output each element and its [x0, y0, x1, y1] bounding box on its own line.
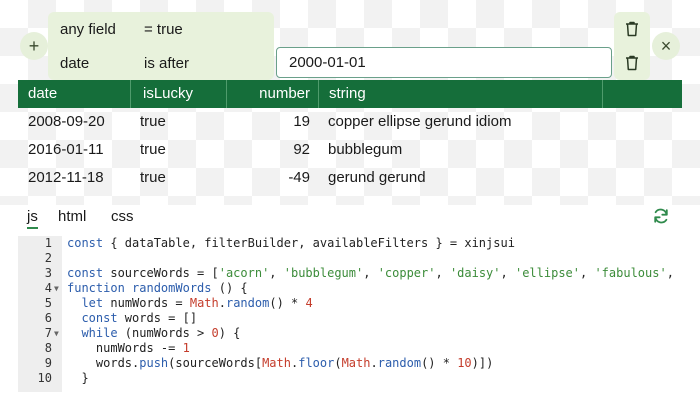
line-number: 8 — [44, 341, 52, 355]
column-header-empty — [602, 80, 682, 108]
cell-number: -49 — [288, 169, 310, 186]
table-row[interactable]: 2012-11-18 true -49 gerund gerund — [18, 164, 682, 192]
code-line: const words = [] — [81, 311, 198, 325]
fold-arrow-icon[interactable]: ▼ — [54, 326, 59, 341]
cell-islucky: true — [140, 169, 166, 186]
filter-field-select[interactable]: any field — [60, 21, 144, 38]
delete-filter-1-button[interactable] — [622, 18, 642, 40]
column-header-date[interactable]: date — [28, 80, 57, 108]
add-filter-button[interactable]: + — [20, 32, 48, 60]
cell-date: 2012-11-18 — [28, 169, 104, 186]
close-filter-button[interactable]: × — [652, 32, 680, 60]
table-header: date isLucky number string — [18, 80, 682, 108]
line-number: 1 — [44, 236, 52, 250]
trash-icon — [626, 55, 638, 71]
code-line: } — [67, 371, 89, 385]
table-row[interactable]: 2016-01-11 true 92 bubblegum — [18, 136, 682, 164]
column-header-islucky[interactable]: isLucky — [130, 80, 226, 108]
filter-operator-select[interactable]: = true — [144, 21, 183, 38]
filter-date-input[interactable] — [276, 47, 612, 78]
cell-number: 19 — [293, 113, 310, 130]
code-line: while (numWords > 0) { — [81, 326, 241, 340]
cell-string: copper ellipse gerund idiom — [328, 113, 512, 130]
line-number: 5 — [44, 296, 52, 310]
line-number: 3 — [44, 266, 52, 280]
line-number: 4 — [44, 281, 52, 295]
code-line: words.push(sourceWords[Math.floor(Math.r… — [67, 356, 494, 370]
column-header-string[interactable]: string — [318, 80, 602, 108]
refresh-icon — [654, 208, 668, 224]
line-number: 2 — [44, 251, 52, 265]
trash-icon — [626, 21, 638, 37]
filter-panel: any field = true date is after — [48, 12, 274, 80]
cell-number: 92 — [293, 141, 310, 158]
code-line: const sourceWords = ['acorn', 'bubblegum… — [67, 266, 682, 280]
close-icon: × — [660, 35, 672, 56]
cell-string: gerund gerund — [328, 169, 426, 186]
cell-islucky: true — [140, 141, 166, 158]
code-line: function randomWords () { — [67, 281, 248, 295]
line-number: 6 — [44, 311, 52, 325]
cell-string: bubblegum — [328, 141, 403, 158]
tab-css[interactable]: css — [111, 208, 134, 225]
plus-icon: + — [28, 35, 40, 56]
code-line: const { dataTable, filterBuilder, availa… — [67, 236, 515, 250]
filter-field-select[interactable]: date — [60, 55, 144, 72]
line-number: 7 — [44, 326, 52, 340]
cell-date: 2008-09-20 — [28, 113, 105, 130]
line-number: 10 — [37, 371, 52, 385]
refresh-button[interactable] — [652, 207, 672, 227]
cell-islucky: true — [140, 113, 166, 130]
column-header-number[interactable]: number — [226, 80, 318, 108]
code-editor[interactable]: 1 2 3 4 ▼ 5 6 7 ▼ 8 9 10 const { dataTab… — [18, 236, 682, 392]
code-line: numWords -= 1 — [67, 341, 190, 355]
delete-filter-2-button[interactable] — [622, 52, 642, 74]
tab-js[interactable]: js — [27, 208, 38, 229]
filter-operator-select[interactable]: is after — [144, 55, 189, 72]
tab-html[interactable]: html — [58, 208, 86, 225]
cell-date: 2016-01-11 — [28, 141, 104, 158]
code-line: let numWords = Math.random() * 4 — [81, 296, 313, 310]
fold-arrow-icon[interactable]: ▼ — [54, 281, 59, 296]
line-number: 9 — [44, 356, 52, 370]
table-row[interactable]: 2008-09-20 true 19 copper ellipse gerund… — [18, 108, 682, 136]
